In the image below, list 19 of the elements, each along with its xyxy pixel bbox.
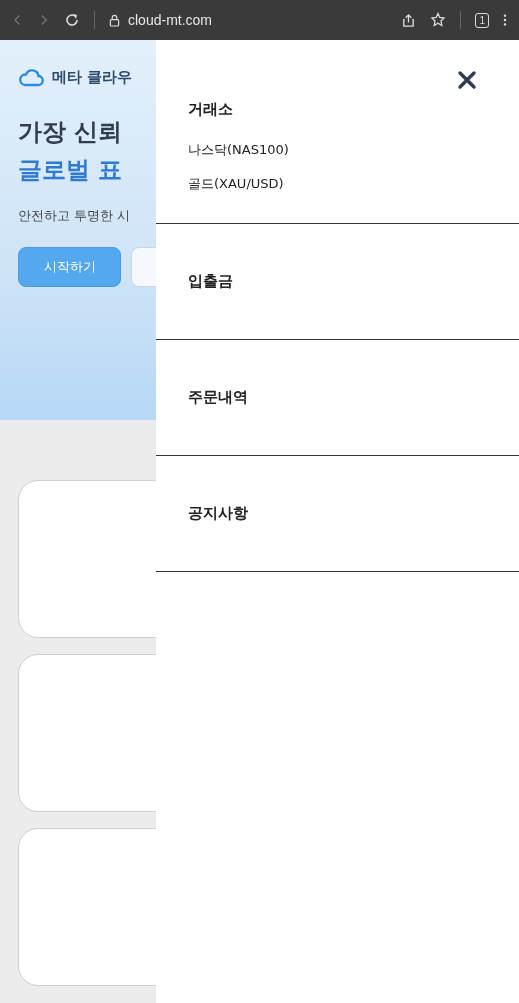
close-icon[interactable] xyxy=(457,70,477,90)
hero-subtitle: 안전하고 투명한 시 xyxy=(18,207,132,225)
star-icon[interactable] xyxy=(430,12,447,28)
menu-item[interactable]: 거래소 xyxy=(188,100,487,133)
lock-icon xyxy=(109,13,120,27)
reload-icon[interactable] xyxy=(64,12,80,28)
share-icon[interactable] xyxy=(401,12,417,28)
menu-icon[interactable] xyxy=(503,13,507,27)
submenu-item[interactable]: 나스닥(NAS100) xyxy=(188,133,487,167)
submenu-item[interactable]: 골드(XAU/USD) xyxy=(188,167,487,201)
headline-line: 가장 신뢰 xyxy=(18,117,124,148)
cloud-icon xyxy=(18,68,44,87)
address-url[interactable]: cloud-mt.com xyxy=(128,12,213,28)
menu-item[interactable]: 입출금 xyxy=(188,246,487,317)
headline-line: 글로벌 표 xyxy=(18,155,124,186)
menu-item[interactable]: 공지사항 xyxy=(188,478,487,549)
brand-name[interactable]: 메타 클라우 xyxy=(52,68,133,87)
menu-item[interactable]: 주문내역 xyxy=(188,362,487,433)
tab-count-button[interactable]: 1 xyxy=(475,12,489,28)
